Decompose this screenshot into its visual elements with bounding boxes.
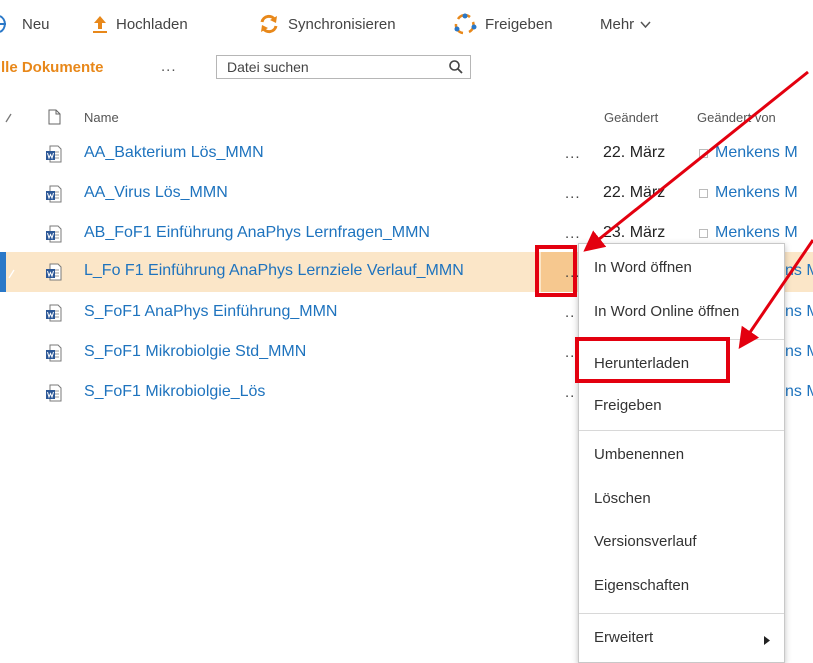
annotation-arrow-to-download: [738, 239, 813, 349]
annotation-arrow-to-row-menu: [583, 70, 809, 252]
annotation-arrows: [583, 70, 813, 349]
